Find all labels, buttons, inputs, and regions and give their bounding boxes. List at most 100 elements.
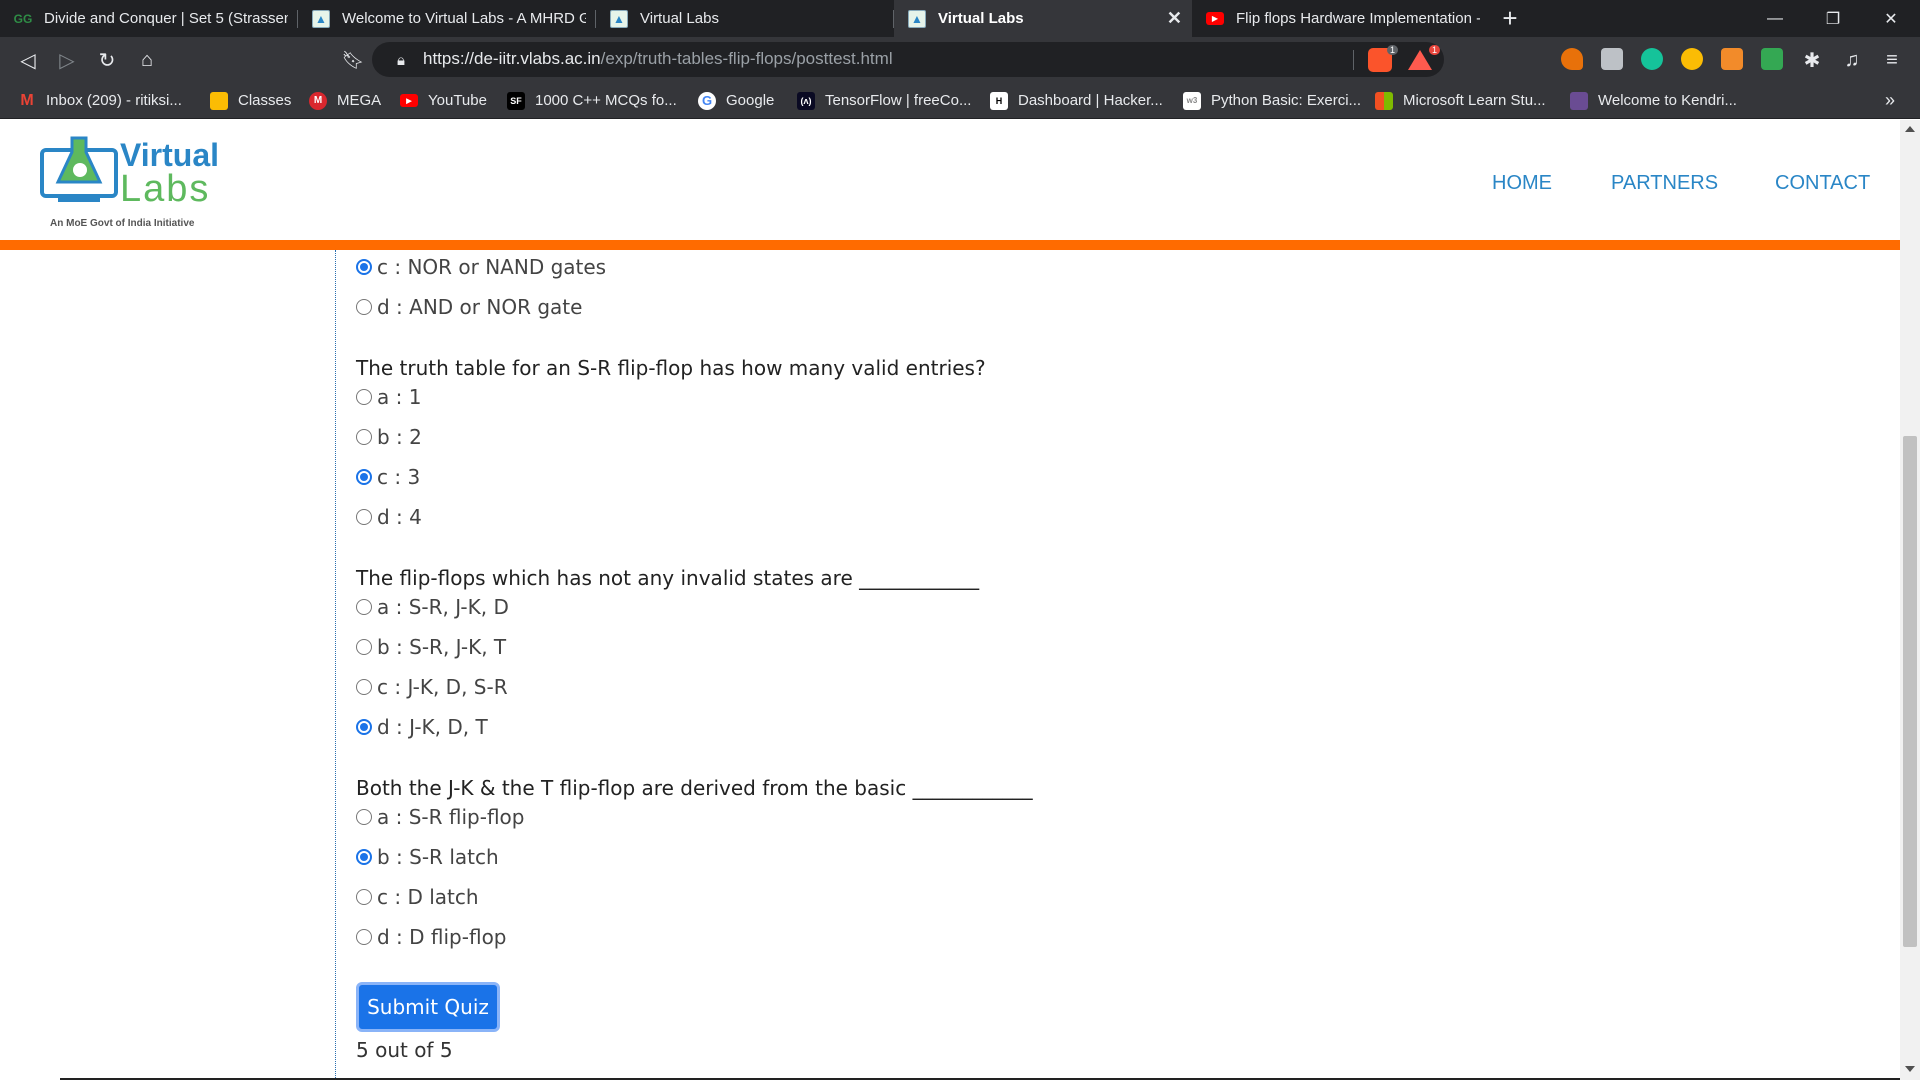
grammarly-icon[interactable] <box>1641 48 1663 70</box>
header-divider <box>0 240 1900 250</box>
quiz-score: 5 out of 5 <box>356 1038 453 1062</box>
quiz-option[interactable]: d : D flip-flop <box>356 925 507 949</box>
content-left-border <box>335 250 336 1080</box>
vlabs-icon: ▲ <box>312 9 330 28</box>
media-control-icon[interactable]: ♫ <box>1837 45 1867 75</box>
browser-toolbar: ◁ ▷ ↻ ⌂ 🔖︎ 🔒︎ https://de-iitr.vlabs.ac.i… <box>0 37 1920 82</box>
bookmark-item[interactable]: Welcome to Kendri... <box>1570 82 1737 119</box>
question-text: The truth table for an S-R flip-flop has… <box>356 356 986 380</box>
tab-title: Flip flops Hardware Implementation - <box>1236 10 1480 27</box>
radio-button[interactable] <box>356 299 372 315</box>
quiz-option[interactable]: c : 3 <box>356 465 420 489</box>
radio-button[interactable] <box>356 429 372 445</box>
quiz-option[interactable]: b : 2 <box>356 425 422 449</box>
close-tab-icon[interactable]: ✕ <box>1167 8 1182 29</box>
tab-title: Virtual Labs <box>938 10 1024 27</box>
extensions-icon[interactable]: ✱ <box>1797 45 1827 75</box>
quiz-option[interactable]: c : D latch <box>356 885 479 909</box>
quiz-option[interactable]: c : NOR or NAND gates <box>356 255 606 279</box>
bookmark-item[interactable]: G Google <box>698 82 774 119</box>
vlabs-icon: ▲ <box>908 9 926 28</box>
back-button[interactable]: ◁ <box>13 45 43 75</box>
bookmark-item[interactable]: Microsoft Learn Stu... <box>1375 82 1546 119</box>
radio-button[interactable] <box>356 639 372 655</box>
quiz-option[interactable]: d : J-K, D, T <box>356 715 488 739</box>
tab-title: Divide and Conquer | Set 5 (Strassen's <box>44 10 288 27</box>
quiz-option[interactable]: a : 1 <box>356 385 421 409</box>
bookmark-item[interactable]: M Inbox (209) - ritiksi... <box>18 82 182 119</box>
tab-strip: GG Divide and Conquer | Set 5 (Strassen'… <box>0 0 1920 37</box>
bookmark-item[interactable]: (ʌ) TensorFlow | freeCo... <box>797 82 971 119</box>
virtual-labs-logo[interactable]: Virtual Labs An MoE Govt of India Initia… <box>40 132 219 232</box>
bookmarks-bar: M Inbox (209) - ritiksi... Classes M MEG… <box>0 82 1920 119</box>
radio-button[interactable] <box>356 809 372 825</box>
browser-tab[interactable]: ▲ Virtual Labs <box>596 0 894 37</box>
key-extension-icon[interactable] <box>1561 48 1583 70</box>
bookmark-item[interactable]: M MEGA <box>309 82 381 119</box>
brave-rewards-icon[interactable]: 1 <box>1408 45 1440 72</box>
minimize-button[interactable]: — <box>1746 0 1804 37</box>
lock-icon: 🔒︎ <box>397 51 405 69</box>
address-bar[interactable]: 🔒︎ https://de-iitr.vlabs.ac.in/exp/truth… <box>372 42 1444 77</box>
bookmark-item[interactable]: w3 Python Basic: Exerci... <box>1183 82 1361 119</box>
submit-quiz-button[interactable]: Submit Quiz <box>356 982 500 1032</box>
bookmark-extension-icon[interactable] <box>1721 48 1743 70</box>
reload-button[interactable]: ↻ <box>92 45 122 75</box>
bookmark-item[interactable]: SF 1000 C++ MCQs fo... <box>507 82 677 119</box>
question-text: The flip-flops which has not any invalid… <box>356 566 980 590</box>
bookmark-icon[interactable]: 🔖︎ <box>338 45 368 75</box>
more-bookmarks-button[interactable]: » <box>1885 82 1895 119</box>
bookmark-item[interactable]: ▶ YouTube <box>400 82 487 119</box>
google-icon: G <box>698 91 716 110</box>
radio-button[interactable] <box>356 259 372 275</box>
browser-tab[interactable]: ▲ Welcome to Virtual Labs - A MHRD Go <box>298 0 596 37</box>
new-tab-button[interactable]: + <box>1490 0 1530 37</box>
quiz-option[interactable]: c : J-K, D, S-R <box>356 675 508 699</box>
logo-tagline: An MoE Govt of India Initiative <box>50 218 195 229</box>
geeksforgeeks-icon: GG <box>13 11 33 26</box>
quiz-option[interactable]: a : S-R, J-K, D <box>356 595 509 619</box>
youtube-icon: ▶ <box>1206 10 1224 28</box>
quiz-option[interactable]: b : S-R latch <box>356 845 499 869</box>
menu-icon[interactable]: ≡ <box>1877 45 1907 75</box>
radio-button[interactable] <box>356 719 372 735</box>
scroll-down-icon[interactable] <box>1905 1066 1915 1072</box>
scrollbar-thumb[interactable] <box>1903 436 1917 947</box>
radio-button[interactable] <box>356 679 372 695</box>
hackerrank-icon: H <box>990 91 1008 110</box>
browser-tab-active[interactable]: ▲ Virtual Labs ✕ <box>894 0 1192 37</box>
nav-contact[interactable]: CONTACT <box>1775 172 1870 195</box>
radio-button[interactable] <box>356 469 372 485</box>
freecodecamp-icon: (ʌ) <box>797 91 815 110</box>
nav-partners[interactable]: PARTNERS <box>1611 172 1718 195</box>
compass-extension-icon[interactable] <box>1681 48 1703 70</box>
quiz-option[interactable]: b : S-R, J-K, T <box>356 635 506 659</box>
nav-home[interactable]: HOME <box>1492 172 1552 195</box>
radio-button[interactable] <box>356 849 372 865</box>
camera-extension-icon[interactable] <box>1601 48 1623 70</box>
quiz-option[interactable]: d : AND or NOR gate <box>356 295 582 319</box>
w3resource-icon: w3 <box>1183 91 1201 110</box>
bookmark-item[interactable]: H Dashboard | Hacker... <box>990 82 1163 119</box>
flask-logo-icon <box>40 136 118 202</box>
browser-tab[interactable]: ▶ Flip flops Hardware Implementation - <box>1192 0 1490 37</box>
restore-button[interactable]: ❐ <box>1804 0 1862 37</box>
home-icon[interactable]: ⌂ <box>132 45 162 75</box>
brave-shield-icon[interactable]: 1 <box>1368 45 1398 72</box>
check-extension-icon[interactable] <box>1761 48 1783 70</box>
radio-button[interactable] <box>356 889 372 905</box>
radio-button[interactable] <box>356 389 372 405</box>
sanfoundry-icon: SF <box>507 91 525 110</box>
quiz-option[interactable]: a : S-R flip-flop <box>356 805 524 829</box>
radio-button[interactable] <box>356 929 372 945</box>
vertical-scrollbar[interactable] <box>1900 120 1920 1080</box>
scroll-up-icon[interactable] <box>1905 126 1915 132</box>
radio-button[interactable] <box>356 509 372 525</box>
logo-word-labs: Labs <box>120 168 211 210</box>
forward-button[interactable]: ▷ <box>52 45 82 75</box>
radio-button[interactable] <box>356 599 372 615</box>
browser-tab[interactable]: GG Divide and Conquer | Set 5 (Strassen'… <box>0 0 298 37</box>
close-window-button[interactable]: ✕ <box>1862 0 1920 37</box>
quiz-option[interactable]: d : 4 <box>356 505 422 529</box>
bookmark-item[interactable]: Classes <box>210 82 291 119</box>
